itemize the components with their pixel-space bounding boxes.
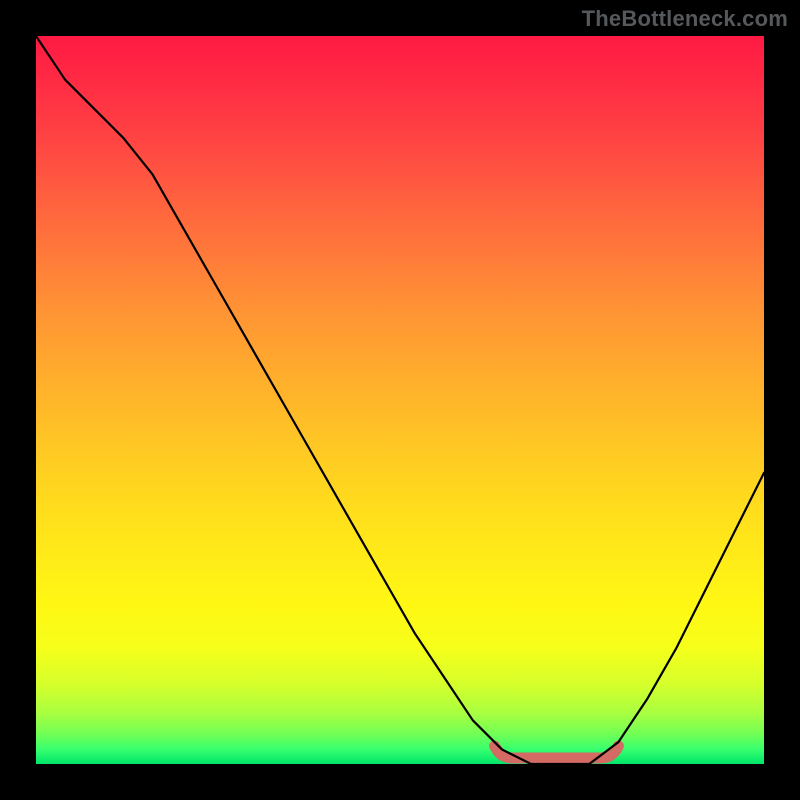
chart-svg <box>36 36 764 764</box>
watermark-text: TheBottleneck.com <box>582 6 788 32</box>
curve-line <box>36 36 764 764</box>
plot-area <box>36 36 764 764</box>
chart-frame: TheBottleneck.com <box>0 0 800 800</box>
